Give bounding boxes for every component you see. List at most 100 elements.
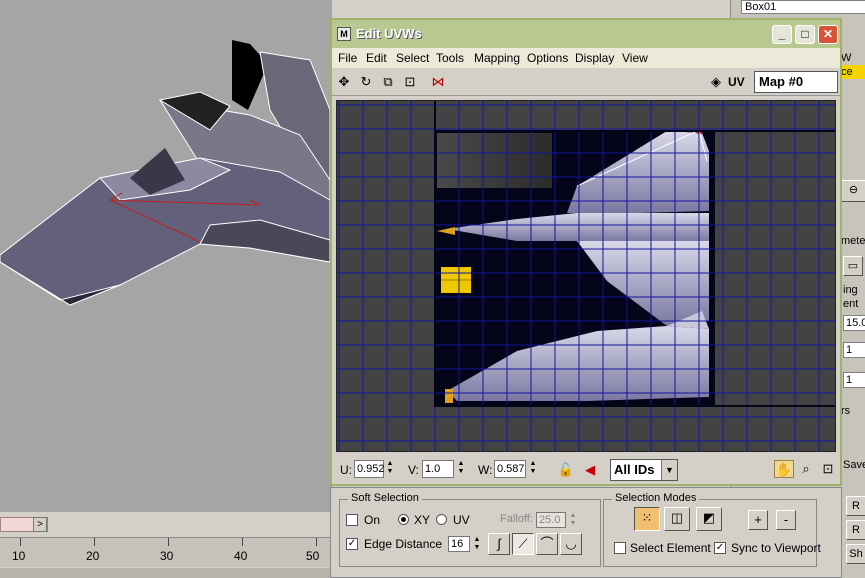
lock-icon[interactable]: ⊖ <box>841 180 865 202</box>
panel-fragment-w: W <box>841 52 852 64</box>
object-name-field[interactable]: Box01 <box>741 0 865 14</box>
uvw-status-bar: U: 0.952 ▲ ▼ V: 1.0 ▲ ▼ W: 0.587 ▲ ▼ 🔓 ◀ Al… <box>332 456 840 484</box>
panel-fragment-ce: ce <box>841 66 853 78</box>
timeline: > 10 20 30 40 50 <box>0 512 332 578</box>
selection-modes-group: Selection Modes ⁙ ◫ ◩ + - Select Element… <box>603 492 821 567</box>
edge-distance-spinner[interactable]: ▲ ▼ <box>472 536 482 552</box>
parameter-field-1a[interactable]: 1 <box>843 342 865 358</box>
falloff-linear-icon[interactable]: ⟋ <box>512 533 534 555</box>
menu-edit[interactable]: Edit <box>366 51 387 65</box>
uvw-options-panel: Soft Selection On XY UV Falloff: 25.0 ▲ ▼… <box>330 487 842 578</box>
timeline-tick-label: 10 <box>12 549 26 563</box>
panel-button-sh[interactable]: Sh <box>846 544 865 564</box>
ids-dropdown-value: All IDs <box>614 462 655 477</box>
scale-icon[interactable]: ⧉ <box>378 73 398 91</box>
u-spinner[interactable]: ▲ ▼ <box>385 460 395 478</box>
edge-distance-checkbox[interactable]: ✓ <box>346 538 358 550</box>
falloff-spinner[interactable]: ▲ ▼ <box>568 512 578 528</box>
status-strip <box>0 568 332 578</box>
w-field[interactable]: 0.587 <box>494 460 526 478</box>
uv-radio-label: UV <box>453 513 470 527</box>
move-icon[interactable]: ✥ <box>334 73 354 91</box>
timeline-tick-label: 50 <box>306 549 320 563</box>
face-mode-icon[interactable]: ◩ <box>696 507 722 531</box>
falloff-slow-out-icon[interactable]: ⌒ <box>536 533 558 555</box>
soft-selection-group: Soft Selection On XY UV Falloff: 25.0 ▲ ▼… <box>339 492 601 567</box>
ids-dropdown[interactable]: All IDs ▼ <box>610 459 678 481</box>
v-field[interactable]: 1.0 <box>422 460 454 478</box>
time-slider-next-button[interactable]: > <box>33 517 47 532</box>
panel-button-r2[interactable]: R <box>846 520 865 540</box>
select-element-label: Select Element <box>630 541 711 555</box>
timeline-tick-label: 20 <box>86 549 100 563</box>
mirror-icon[interactable]: ⋈ <box>428 73 448 91</box>
v-spinner[interactable]: ▲ ▼ <box>456 460 466 478</box>
menu-mapping[interactable]: Mapping <box>474 51 520 65</box>
panel-fragment-ent: ent <box>843 298 859 310</box>
parameter-field-15[interactable]: 15.0 <box>843 315 865 331</box>
menu-view[interactable]: View <box>622 51 648 65</box>
shrink-selection-button[interactable]: - <box>776 510 796 530</box>
soft-selection-on-checkbox[interactable] <box>346 514 358 526</box>
panel-fragment-mete: mete <box>841 235 865 247</box>
selection-modes-title: Selection Modes <box>612 492 700 504</box>
minimize-button[interactable]: _ <box>772 25 792 44</box>
edge-distance-field[interactable]: 16 <box>448 536 470 552</box>
edge-mode-icon[interactable]: ◫ <box>664 507 690 531</box>
falloff-label: Falloff: <box>500 513 533 525</box>
menu-bar: File Edit Select Tools Mapping Options D… <box>332 48 840 68</box>
vertex-mode-icon[interactable]: ⁙ <box>634 507 660 531</box>
select-element-checkbox[interactable] <box>614 542 626 554</box>
filter-selected-icon[interactable]: ◀ <box>580 461 600 479</box>
edit-uvws-window: M Edit UVWs _ □ ✕ File Edit Select Tools… <box>330 18 842 486</box>
falloff-smooth-icon[interactable]: ∫ <box>488 533 510 555</box>
title-bar[interactable]: M Edit UVWs _ □ ✕ <box>332 20 840 48</box>
pick-button[interactable]: ▭ <box>843 256 863 276</box>
zoom-icon[interactable]: ⌕ <box>796 460 816 478</box>
texture-checker-icon[interactable]: ◈ <box>706 73 726 91</box>
falloff-field[interactable]: 25.0 <box>536 512 566 528</box>
menu-options[interactable]: Options <box>527 51 568 65</box>
menu-select[interactable]: Select <box>396 51 429 65</box>
menu-file[interactable]: File <box>338 51 357 65</box>
soft-selection-on-label: On <box>364 513 381 527</box>
panel-button-r1[interactable]: R <box>846 496 865 516</box>
uvw-toolbar: ✥ ↻ ⧉ ⊡ ⋈ ◈ UV Map #0 <box>332 68 840 96</box>
w-spinner[interactable]: ▲ ▼ <box>528 460 538 478</box>
timeline-ruler[interactable]: 10 20 30 40 50 <box>0 537 332 567</box>
freeform-icon[interactable]: ⊡ <box>400 73 420 91</box>
u-label: U: <box>340 463 352 477</box>
chevron-down-icon[interactable]: ▼ <box>661 460 677 480</box>
map-dropdown[interactable]: Map #0 <box>754 71 838 93</box>
close-button[interactable]: ✕ <box>818 25 838 44</box>
edge-distance-label: Edge Distance <box>364 537 443 551</box>
v-label: V: <box>408 463 419 477</box>
app-icon: M <box>337 27 351 41</box>
timeline-tick-label: 40 <box>234 549 248 563</box>
save-label[interactable]: Save <box>843 459 865 471</box>
sync-to-viewport-checkbox[interactable]: ✓ <box>714 542 726 554</box>
xy-radio[interactable] <box>398 514 409 525</box>
maximize-button[interactable]: □ <box>795 25 815 44</box>
panel-fragment-ing: ing <box>843 284 858 296</box>
menu-tools[interactable]: Tools <box>436 51 464 65</box>
uv-editor-canvas[interactable] <box>336 100 836 452</box>
grow-selection-button[interactable]: + <box>748 510 768 530</box>
lock-selection-icon[interactable]: 🔓 <box>556 461 576 479</box>
pan-icon[interactable]: ✋ <box>774 460 794 478</box>
u-field[interactable]: 0.952 <box>354 460 385 478</box>
xy-label: XY <box>414 513 431 527</box>
rotate-icon[interactable]: ↻ <box>356 73 376 91</box>
timeline-tick-label: 30 <box>160 549 174 563</box>
zoom-region-icon[interactable]: ⊡ <box>818 460 838 478</box>
uv-label: UV <box>728 75 745 89</box>
window-title: Edit UVWs <box>356 26 422 41</box>
soft-selection-title: Soft Selection <box>348 492 422 504</box>
parameter-field-1b[interactable]: 1 <box>843 372 865 388</box>
uv-radio[interactable] <box>436 514 447 525</box>
perspective-viewport[interactable] <box>0 0 332 512</box>
sync-to-viewport-label: Sync to Viewport <box>731 541 821 555</box>
panel-fragment-rs: rs <box>841 405 851 417</box>
falloff-fast-out-icon[interactable]: ◡ <box>560 533 582 555</box>
menu-display[interactable]: Display <box>575 51 614 65</box>
